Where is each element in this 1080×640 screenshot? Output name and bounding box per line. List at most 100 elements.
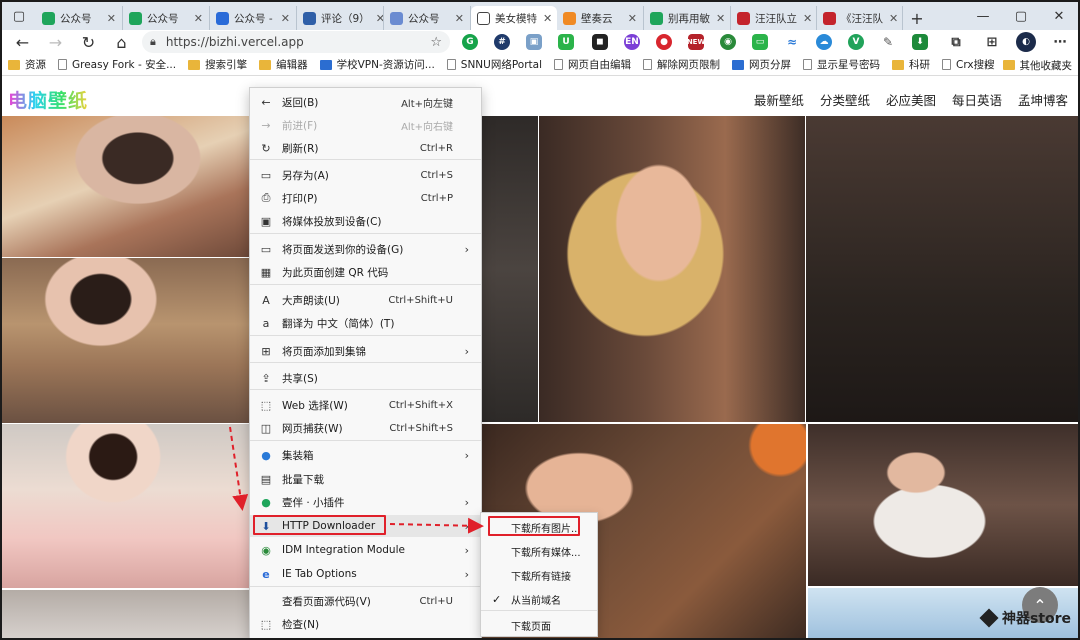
bookmark-item[interactable]: 显示星号密码 [803, 57, 880, 72]
tab-10[interactable]: 《汪汪队 ✕ [817, 6, 903, 30]
menu-item[interactable]: ↻ 刷新(R) Ctrl+R [250, 137, 481, 159]
new-tab-button[interactable]: + [903, 6, 931, 30]
chevron-right-icon[interactable]: › [984, 58, 989, 72]
message-extension-icon[interactable]: ▭ [752, 34, 768, 50]
menu-item[interactable]: ⬚ 检查(N) [250, 613, 481, 635]
tab-close-icon[interactable]: ✕ [537, 12, 552, 25]
idm-extension-icon[interactable]: ◉ [720, 34, 736, 50]
bookmark-item[interactable]: 搜索引擎 [188, 57, 247, 72]
en-extension-icon[interactable]: EN [624, 34, 640, 50]
wallpaper-thumbnail[interactable] [482, 116, 538, 422]
submenu-item[interactable]: ✓ 从当前域名 [481, 588, 597, 610]
menu-item[interactable]: ▤ 批量下载 [250, 468, 481, 490]
menu-item[interactable]: e IE Tab Options › [250, 563, 481, 585]
menu-item[interactable]: ▭ 另存为(A) Ctrl+S [250, 164, 481, 186]
menu-item[interactable]: ● 集装箱 › [250, 444, 481, 466]
site-nav-link[interactable]: 每日英语 [952, 90, 1002, 109]
new-extension-icon[interactable]: NEW [687, 34, 705, 50]
forward-icon[interactable]: → [39, 33, 72, 52]
wallpaper-thumbnail[interactable] [806, 116, 1078, 422]
home-icon[interactable]: ⌂ [105, 33, 138, 52]
wallpaper-thumbnail[interactable] [539, 116, 805, 422]
tool-extension-icon[interactable]: ✎ [880, 34, 896, 50]
download-extension-icon[interactable]: ⬇ [912, 34, 928, 50]
menu-item[interactable]: ◉ IDM Integration Module › [250, 539, 481, 561]
site-nav-link[interactable]: 分类壁纸 [820, 90, 870, 109]
cloud-extension-icon[interactable]: ☁ [816, 34, 832, 50]
v-extension-icon[interactable]: V [848, 34, 864, 50]
image-extension-icon[interactable]: ▣ [526, 34, 542, 50]
menu-item[interactable]: A 大声朗读(U) Ctrl+Shift+U [250, 289, 481, 311]
submenu-item[interactable]: 下载页面 [481, 614, 597, 636]
back-icon[interactable]: ← [6, 33, 39, 52]
menu-item[interactable]: ⎙ 打印(P) Ctrl+P [250, 187, 481, 209]
bookmark-item[interactable]: 网页自由编辑 [554, 57, 631, 72]
profile-avatar[interactable]: ◐ [1016, 32, 1036, 52]
other-favorites-folder[interactable]: 其他收藏夹 [1002, 58, 1072, 73]
collections-icon[interactable]: ⊞ [984, 34, 1000, 50]
bookmark-item[interactable]: SNNU网络Portal [446, 57, 542, 72]
menu-item[interactable]: ← 返回(B) Alt+向左键 [250, 91, 481, 113]
bookmark-item[interactable]: 编辑器 [259, 57, 308, 72]
wallpaper-thumbnail[interactable] [808, 424, 1078, 586]
bookmark-item[interactable]: Greasy Fork - 安全... [58, 57, 176, 72]
hash-extension-icon[interactable]: # [494, 34, 510, 50]
site-nav-link[interactable]: 最新壁纸 [754, 90, 804, 109]
tab-close-icon[interactable]: ✕ [188, 12, 203, 25]
menu-item[interactable]: ⬚ Web 选择(W) Ctrl+Shift+X [250, 394, 481, 416]
shield-extension-icon[interactable]: U [558, 34, 574, 50]
submenu-item[interactable]: 下载所有链接 [481, 564, 597, 586]
wallpaper-thumbnail[interactable] [2, 424, 249, 588]
lock-icon[interactable]: 🔒︎ [150, 35, 156, 49]
tab-8[interactable]: 别再用敏 ✕ [644, 6, 731, 30]
bookmark-item[interactable]: 学校VPN-资源访问... [319, 57, 435, 72]
tab-close-icon[interactable]: ✕ [883, 12, 898, 25]
site-nav-link[interactable]: 孟坤博客 [1018, 90, 1068, 109]
minimize-icon[interactable]: — [964, 2, 1002, 30]
refresh-icon[interactable]: ↻ [72, 33, 105, 52]
favorite-star-icon[interactable]: ☆ [430, 35, 442, 50]
menu-item[interactable]: ▦ 为此页面创建 QR 代码 [250, 261, 481, 283]
submenu-item[interactable]: 下载所有媒体... [481, 540, 597, 562]
tab-6[interactable]: 美女模特 ✕ [471, 6, 557, 30]
address-bar[interactable]: 🔒︎ https://bizhi.vercel.app ☆ [142, 31, 450, 53]
wallpaper-thumbnail[interactable] [2, 590, 249, 638]
bookmark-item[interactable]: 解除网页限制 [643, 57, 720, 72]
pokeball-extension-icon[interactable]: ● [656, 34, 672, 50]
site-nav-link[interactable]: 必应美图 [886, 90, 936, 109]
more-menu-icon[interactable]: ⋯ [1052, 34, 1068, 50]
wifi-extension-icon[interactable]: ≈ [784, 34, 800, 50]
menu-item[interactable]: 查看页面源代码(V) Ctrl+U [250, 590, 481, 612]
tab-9[interactable]: 汪汪队立 ✕ [731, 6, 817, 30]
tab-1[interactable]: 公众号 ✕ [36, 6, 123, 30]
wallpaper-thumbnail[interactable] [2, 116, 249, 257]
tab-7[interactable]: 壁奏云 ✕ [557, 6, 644, 30]
menu-item[interactable]: ⇪ 共享(S) [250, 367, 481, 389]
maximize-icon[interactable]: ▢ [1002, 2, 1040, 30]
tab-5[interactable]: 公众号 ✕ [384, 6, 471, 30]
tab-close-icon[interactable]: ✕ [710, 12, 725, 25]
menu-item[interactable]: → 前进(F) Alt+向右键 [250, 114, 481, 136]
tab-close-icon[interactable]: ✕ [797, 12, 812, 25]
menu-item[interactable]: a 翻译为 中文（简体）(T) [250, 312, 481, 334]
tab-4[interactable]: 评论（9） ✕ [297, 6, 384, 30]
menu-item[interactable]: ● 壹伴 · 小插件 › [250, 491, 481, 513]
menu-item[interactable]: ▣ 将媒体投放到设备(C) [250, 210, 481, 232]
tab-2[interactable]: 公众号 ✕ [123, 6, 210, 30]
tab-close-icon[interactable]: ✕ [101, 12, 116, 25]
close-window-icon[interactable]: ✕ [1040, 2, 1078, 30]
bookmark-item[interactable]: 科研 [892, 57, 930, 72]
menu-item[interactable]: ⊞ 将页面添加到集锦 › [250, 340, 481, 362]
tab-actions-icon[interactable]: ▢ [2, 2, 36, 30]
tab-close-icon[interactable]: ✕ [370, 12, 383, 25]
tampermonkey-extension-icon[interactable]: ◼ [592, 34, 608, 50]
grammarly-extension-icon[interactable]: G [462, 34, 478, 50]
tab-3[interactable]: 公众号 - ✕ [210, 6, 297, 30]
menu-item[interactable]: ◫ 网页捕获(W) Ctrl+Shift+S [250, 417, 481, 439]
tab-close-icon[interactable]: ✕ [622, 12, 637, 25]
bookmark-item[interactable]: 资源 [8, 57, 46, 72]
puzzle-extensions-icon[interactable]: ⧉ [948, 34, 964, 50]
site-logo[interactable]: 电脑壁纸 [8, 86, 88, 113]
tab-close-icon[interactable]: ✕ [275, 12, 290, 25]
tab-close-icon[interactable]: ✕ [449, 12, 464, 25]
